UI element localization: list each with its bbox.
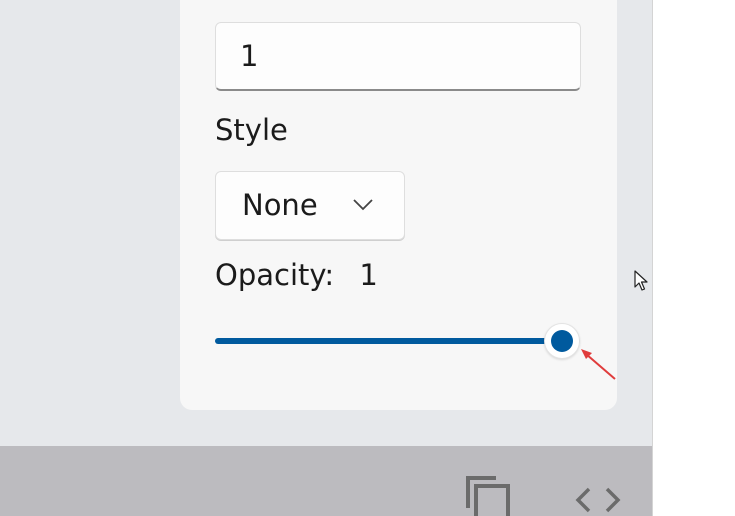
code-icon[interactable]: [575, 487, 621, 513]
mouse-pointer-icon: [634, 270, 648, 291]
style-dropdown-value: None: [242, 188, 318, 222]
style-dropdown[interactable]: None: [215, 171, 405, 240]
bottom-toolbar: [0, 446, 652, 516]
chevron-down-icon: [353, 199, 373, 211]
right-pane: [652, 0, 735, 516]
opacity-slider-track[interactable]: [215, 338, 580, 344]
style-label: Style: [215, 113, 288, 147]
width-input[interactable]: 1: [215, 22, 581, 91]
opacity-value: 1: [359, 258, 378, 292]
annotation-arrow-icon: [581, 349, 616, 380]
opacity-label: Opacity:: [215, 258, 335, 292]
opacity-label-row: Opacity: 1: [215, 258, 378, 292]
copy-icon[interactable]: [464, 474, 512, 516]
opacity-slider-thumb[interactable]: [544, 323, 580, 359]
